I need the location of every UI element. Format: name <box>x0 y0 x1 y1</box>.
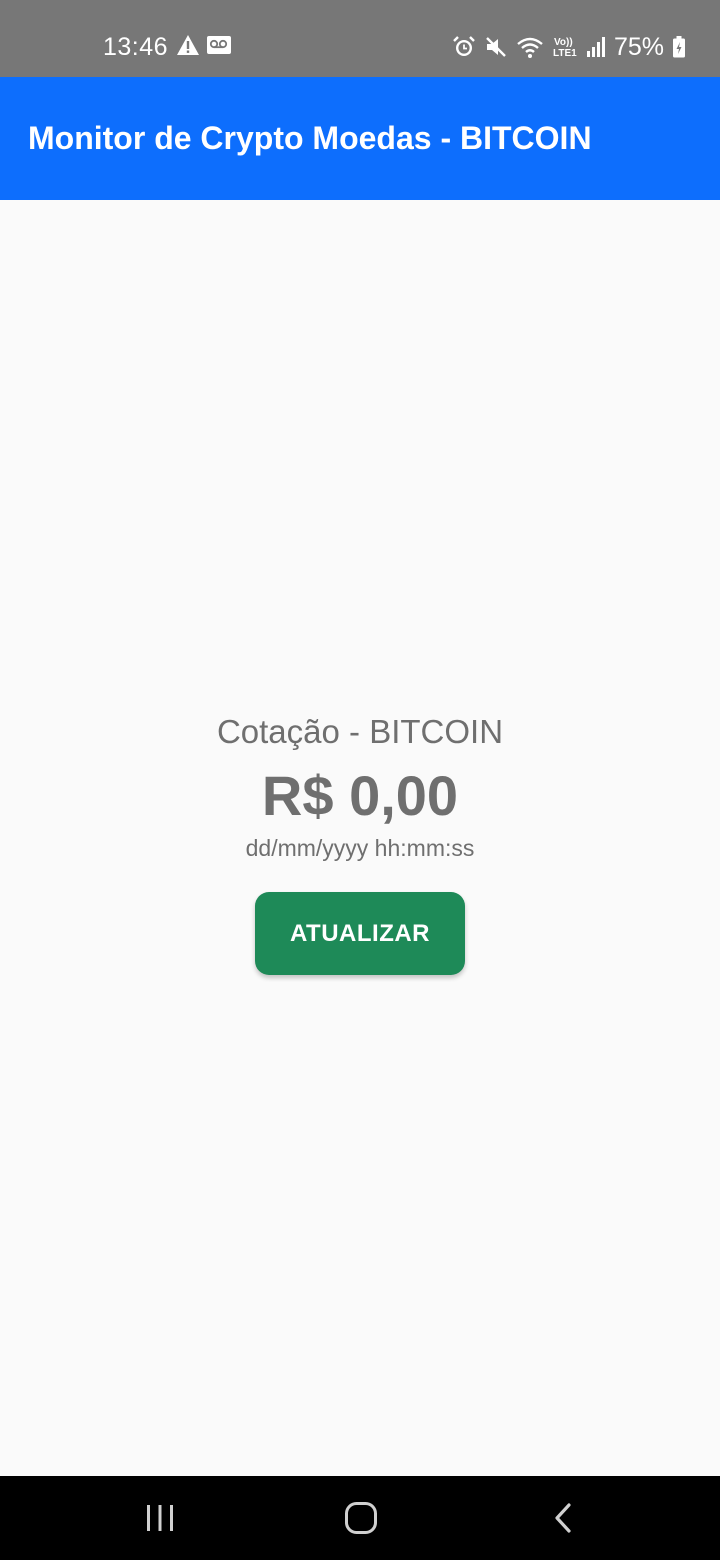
screen: 13:46 Vo)) LTE1 75% Monitor de Crypto Mo… <box>0 0 720 1560</box>
svg-text:LTE1: LTE1 <box>553 48 577 59</box>
status-right-icons: Vo)) LTE1 75% <box>452 32 686 62</box>
wifi-icon <box>516 35 544 59</box>
page-title: Monitor de Crypto Moedas - BITCOIN <box>28 120 592 156</box>
navigation-bar <box>0 1476 720 1560</box>
alert-icon <box>176 34 200 56</box>
voicemail-icon <box>206 34 232 56</box>
signal-icon <box>586 36 606 58</box>
home-icon <box>344 1501 378 1535</box>
recent-apps-button[interactable] <box>130 1496 190 1540</box>
status-time: 13:46 <box>103 33 169 61</box>
main-content: Cotação - BITCOIN R$ 0,00 dd/mm/yyyy hh:… <box>0 200 720 1476</box>
recent-apps-icon <box>144 1503 176 1533</box>
quote-timestamp: dd/mm/yyyy hh:mm:ss <box>245 835 475 861</box>
home-button[interactable] <box>331 1496 391 1540</box>
mute-icon <box>484 35 508 59</box>
quote-value: R$ 0,00 <box>261 764 459 827</box>
alarm-icon <box>452 35 476 59</box>
back-button[interactable] <box>533 1496 593 1540</box>
refresh-button[interactable]: ATUALIZAR <box>255 892 465 975</box>
svg-text:Vo)): Vo)) <box>554 37 573 48</box>
app-bar: Monitor de Crypto Moedas - BITCOIN <box>0 77 720 200</box>
back-icon <box>551 1502 575 1534</box>
battery-icon <box>672 35 686 59</box>
status-bar: 13:46 Vo)) LTE1 75% <box>0 0 720 77</box>
status-left-icons <box>176 34 232 56</box>
battery-percent: 75% <box>613 33 664 61</box>
volte-icon: Vo)) LTE1 <box>552 35 578 59</box>
quote-label: Cotação - BITCOIN <box>216 713 504 750</box>
